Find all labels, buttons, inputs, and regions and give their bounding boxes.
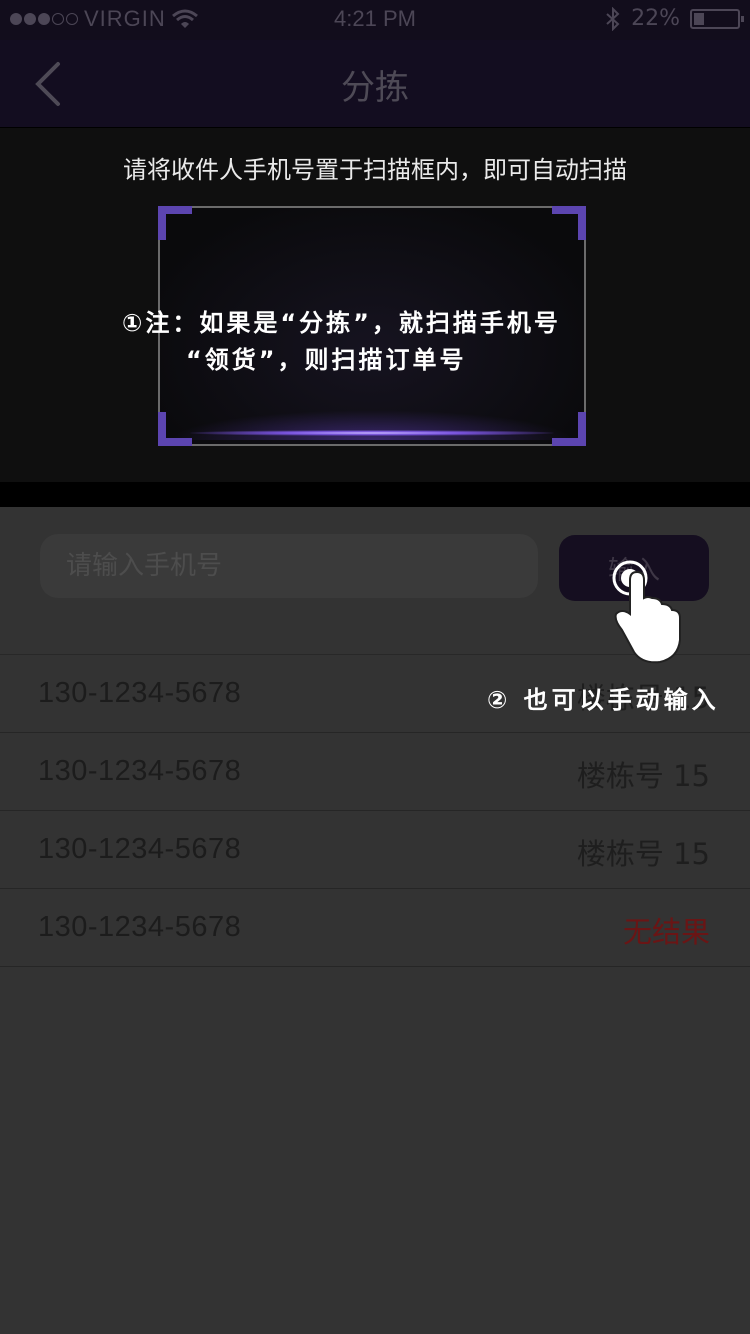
bluetooth-icon [606, 6, 620, 31]
frame-corner [158, 206, 192, 240]
row-phone: 130-1234-5678 [38, 833, 242, 865]
battery-icon [690, 8, 744, 29]
row-phone: 130-1234-5678 [38, 911, 242, 943]
list-item[interactable]: 130-1234-5678 楼栋号 15 [0, 811, 750, 889]
annotation-note-order: “领货”，则扫描订单号 [186, 346, 467, 374]
row-phone: 130-1234-5678 [38, 755, 242, 787]
page-title: 分拣 [341, 68, 409, 108]
tap-hand-icon [612, 560, 681, 664]
list-item[interactable]: 130-1234-5678 无结果 [0, 889, 750, 967]
battery-percentage: 22% [631, 6, 680, 31]
row-status: 楼栋号 15 [576, 759, 710, 793]
phone-input[interactable] [40, 534, 538, 598]
frame-corner [552, 206, 586, 240]
divider-band [0, 482, 750, 507]
row-phone: 130-1234-5678 [38, 677, 242, 709]
row-status-no-result: 无结果 [622, 915, 710, 949]
system-indicators: 22% [605, 6, 744, 31]
scan-hint: 请将收件人手机号置于扫描框内，即可自动扫描 [123, 156, 627, 184]
row-status: 楼栋号 15 [576, 837, 710, 871]
navigation-bar: 分拣 [0, 40, 750, 128]
status-bar: VIRGIN 4:21 PM 22% [0, 0, 750, 40]
scan-line [190, 430, 554, 436]
list-item[interactable]: 130-1234-5678 楼栋号 15 [0, 733, 750, 811]
annotation-note-scan: ①注：如果是“分拣”，就扫描手机号 [122, 309, 561, 337]
annotation-note-manual: ② 也可以手动输入 [487, 686, 720, 714]
